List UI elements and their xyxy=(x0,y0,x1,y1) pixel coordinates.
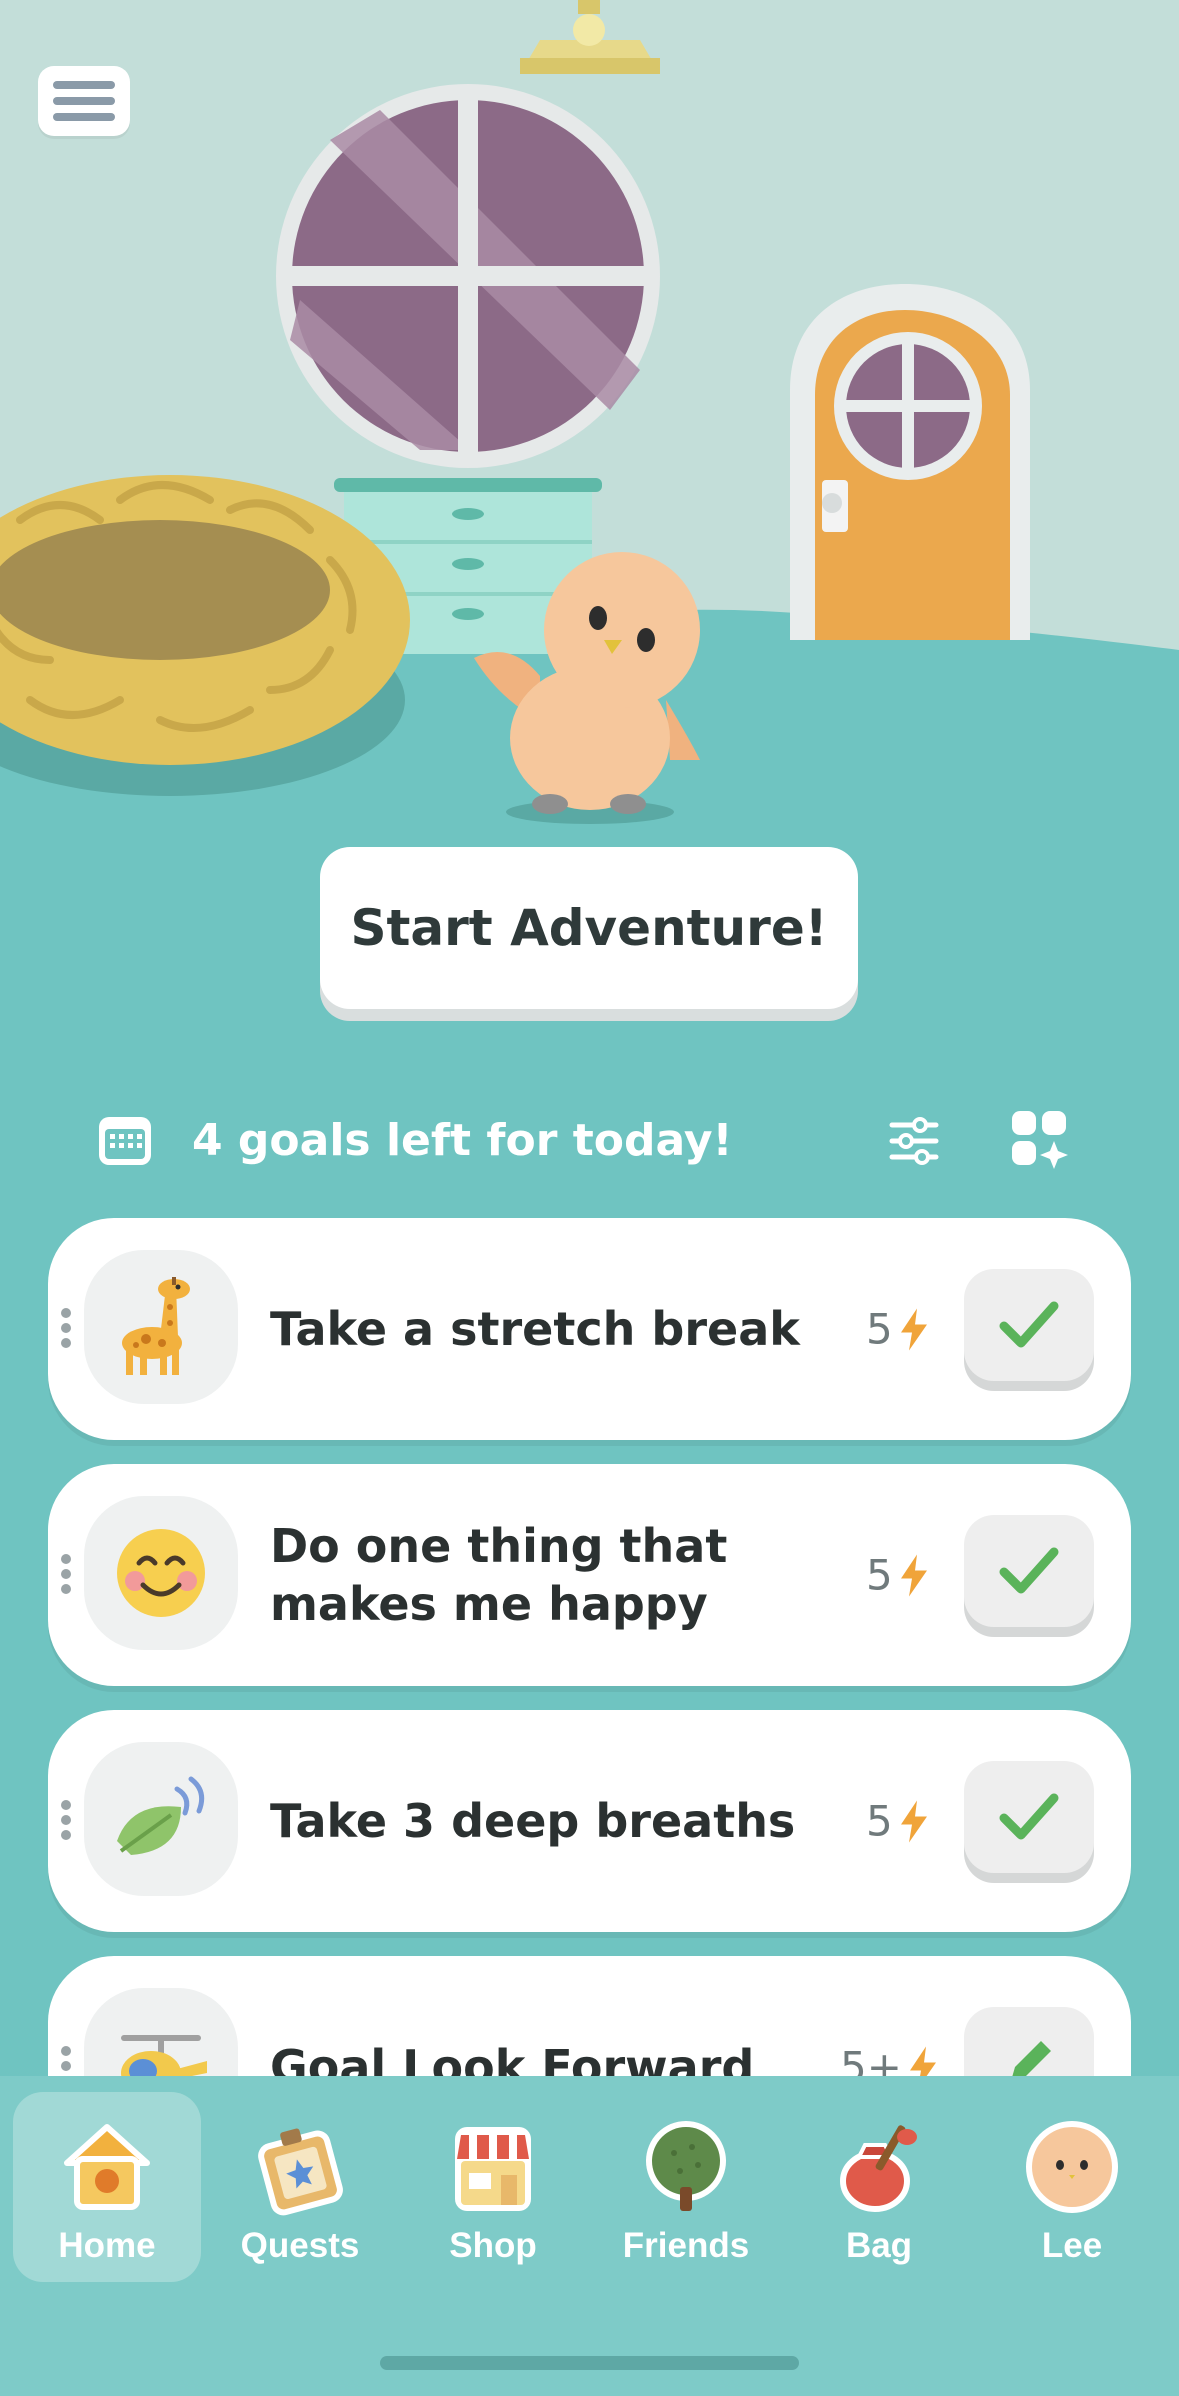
tab-label: Shop xyxy=(449,2226,537,2265)
energy-bolt-icon xyxy=(900,1800,927,1842)
home-indicator xyxy=(380,2356,799,2370)
edit-goal-button[interactable] xyxy=(964,2007,1094,2076)
tab-bag[interactable]: Bag xyxy=(785,2092,973,2282)
tab-label: Friends xyxy=(622,2226,750,2265)
tab-profile[interactable]: Lee xyxy=(978,2092,1166,2282)
tab-home[interactable]: Home xyxy=(13,2092,201,2282)
door-icon xyxy=(790,284,1030,640)
complete-goal-button[interactable] xyxy=(964,1269,1094,1381)
goal-points: 5 xyxy=(866,1797,929,1846)
goal-icon xyxy=(84,1496,238,1650)
checkmark-icon xyxy=(999,1547,1059,1594)
goal-title: Take 3 deep breaths xyxy=(270,1794,796,1848)
room-scene xyxy=(0,0,1179,830)
leaf-wind-icon xyxy=(117,1776,205,1855)
nest-icon xyxy=(0,475,410,796)
goal-title: Goal Look Forward xyxy=(270,2040,755,2076)
calendar-icon[interactable] xyxy=(97,1113,153,1167)
tab-friends[interactable]: Friends xyxy=(592,2092,780,2282)
points-value: 5 xyxy=(866,1550,893,1600)
goal-points: 5 xyxy=(866,1551,929,1600)
goal-icon xyxy=(84,1250,238,1404)
goal-points: 5+ xyxy=(840,2042,938,2077)
quest-board-icon xyxy=(245,2112,355,2222)
goal-card[interactable]: Goal Look Forward 5+ xyxy=(48,1956,1131,2076)
goal-title: Take a stretch break xyxy=(270,1302,800,1356)
points-value: 5 xyxy=(866,1796,893,1846)
drag-handle-icon[interactable] xyxy=(59,1800,73,1840)
filter-sliders-icon[interactable] xyxy=(888,1115,940,1167)
round-window-icon xyxy=(276,84,660,468)
room-illustration xyxy=(0,0,1179,830)
tab-label: Quests xyxy=(240,2226,360,2265)
energy-bolt-icon xyxy=(900,1554,927,1596)
goal-card[interactable]: Take a stretch break 5 xyxy=(48,1218,1131,1440)
energy-bolt-icon xyxy=(909,2046,936,2076)
checkmark-icon xyxy=(999,1301,1059,1348)
tree-icon xyxy=(631,2112,741,2222)
complete-goal-button[interactable] xyxy=(964,1515,1094,1627)
goal-points: 5 xyxy=(866,1305,929,1354)
tab-label: Home xyxy=(58,2226,156,2265)
tab-label: Lee xyxy=(1041,2226,1103,2265)
hamburger-menu-icon[interactable] xyxy=(38,66,130,136)
drag-handle-icon[interactable] xyxy=(59,2046,73,2076)
ceiling-lamp-icon xyxy=(520,0,660,74)
goal-card[interactable]: Take 3 deep breaths 5 xyxy=(48,1710,1131,1932)
drag-handle-icon[interactable] xyxy=(59,1308,73,1348)
goal-card[interactable]: Do one thing that makes me happy 5 xyxy=(48,1464,1131,1686)
goals-left-text: 4 goals left for today! xyxy=(192,1115,733,1166)
goal-title: Do one thing that makes me happy xyxy=(270,1519,728,1631)
pencil-icon xyxy=(1012,2041,1051,2076)
goal-icon xyxy=(84,1988,238,2076)
shop-icon xyxy=(438,2112,548,2222)
goals-list: Take a stretch break 5 Do one thing that… xyxy=(0,1210,1179,2076)
add-widget-icon[interactable] xyxy=(1010,1109,1070,1169)
helicopter-icon xyxy=(121,2035,207,2076)
bottom-tab-bar: Home Quests Shop Friends Bag Lee xyxy=(0,2076,1179,2396)
checkmark-icon xyxy=(999,1793,1059,1840)
start-adventure-button[interactable]: Start Adventure! xyxy=(320,847,858,1009)
points-value: 5+ xyxy=(840,2042,902,2077)
giraffe-icon xyxy=(122,1277,190,1375)
tab-shop[interactable]: Shop xyxy=(399,2092,587,2282)
avatar-icon xyxy=(1017,2112,1127,2222)
house-icon xyxy=(52,2112,162,2222)
tab-quests[interactable]: Quests xyxy=(206,2092,394,2282)
tab-label: Bag xyxy=(845,2226,913,2265)
energy-bolt-icon xyxy=(900,1308,927,1350)
bag-icon xyxy=(824,2112,934,2222)
goals-header: 4 goals left for today! xyxy=(0,1105,1179,1175)
drag-handle-icon[interactable] xyxy=(59,1554,73,1594)
complete-goal-button[interactable] xyxy=(964,1761,1094,1873)
goal-icon xyxy=(84,1742,238,1896)
points-value: 5 xyxy=(866,1304,893,1354)
smiley-icon xyxy=(117,1529,205,1617)
